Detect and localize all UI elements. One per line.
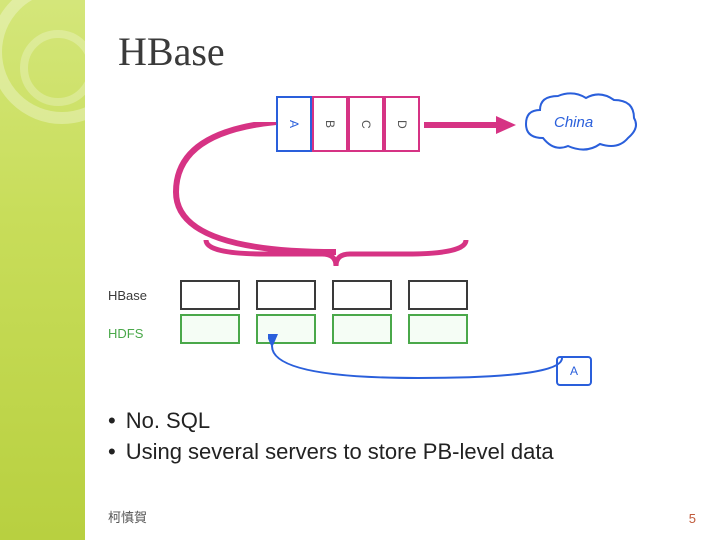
- key-box-2: C: [348, 96, 384, 152]
- detail-box: A: [556, 356, 592, 386]
- hbase-node: [332, 280, 392, 310]
- hdfs-node: [256, 314, 316, 344]
- hdfs-node: [180, 314, 240, 344]
- list-item: • No. SQL: [108, 406, 554, 437]
- key-box-0: A: [276, 96, 312, 152]
- key-box-3: D: [384, 96, 420, 152]
- arrow-right-icon: [424, 118, 516, 132]
- list-item: • Using several servers to store PB-leve…: [108, 437, 554, 468]
- page-title: HBase: [118, 28, 225, 75]
- hdfs-node: [408, 314, 468, 344]
- brace-icon: [196, 236, 476, 272]
- decorative-sidebar: [0, 0, 85, 540]
- hdfs-label: HDFS: [108, 326, 143, 341]
- cloud-label: China: [554, 114, 593, 131]
- page-number: 5: [689, 511, 696, 526]
- key-box-1: B: [312, 96, 348, 152]
- bullet-dot-icon: •: [108, 406, 116, 437]
- top-key-boxes: A B C D: [276, 96, 420, 152]
- hbase-row: [180, 280, 468, 310]
- bullet-list: • No. SQL • Using several servers to sto…: [108, 406, 554, 468]
- hbase-label: HBase: [108, 288, 147, 303]
- hdfs-node: [332, 314, 392, 344]
- bullet-text: Using several servers to store PB-level …: [126, 437, 554, 468]
- hbase-node: [408, 280, 468, 310]
- hbase-node: [180, 280, 240, 310]
- bullet-text: No. SQL: [126, 406, 210, 437]
- cloud-shape: China: [518, 88, 644, 160]
- bullet-dot-icon: •: [108, 437, 116, 468]
- hbase-diagram: A B C D China HBase HDFS: [108, 88, 648, 388]
- hbase-node: [256, 280, 316, 310]
- hdfs-row: [180, 314, 468, 344]
- footer-author: 柯慎賀: [108, 507, 147, 526]
